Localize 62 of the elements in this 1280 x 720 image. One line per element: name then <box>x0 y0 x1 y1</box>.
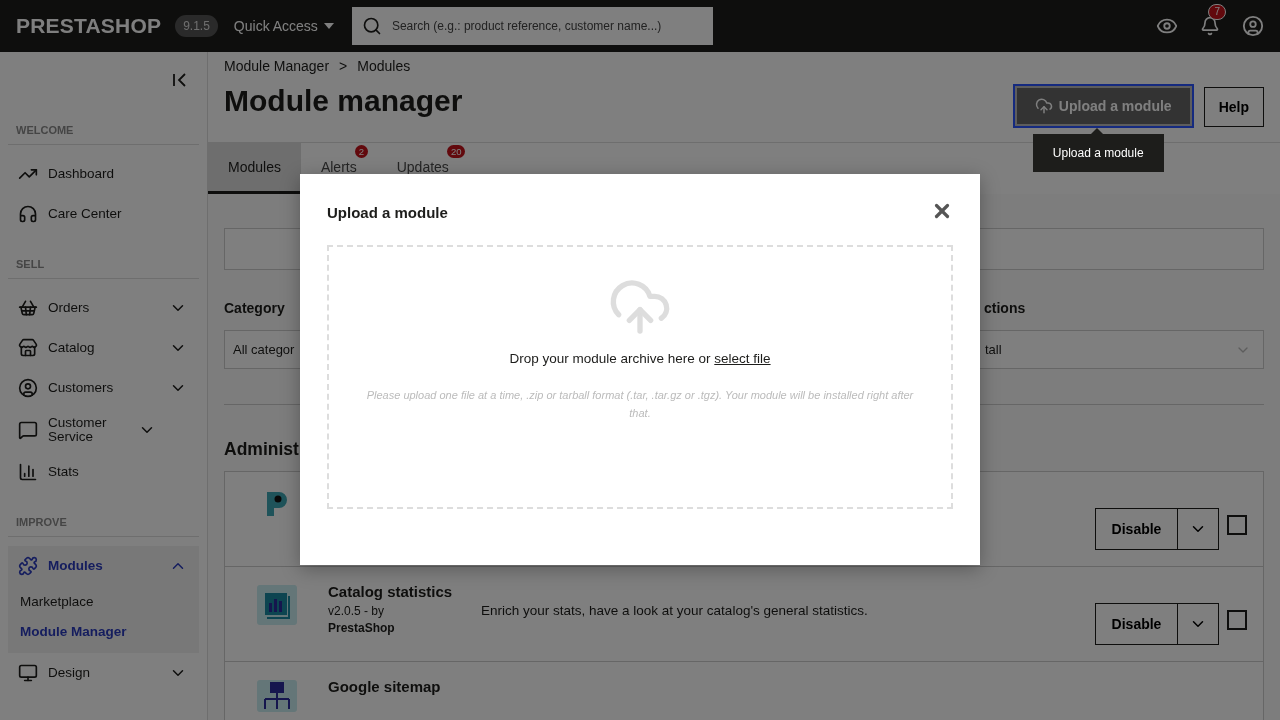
submenu-item[interactable]: Module Manager <box>8 616 199 646</box>
sidebar-item[interactable]: Design <box>8 653 199 693</box>
user-icon[interactable] <box>1242 15 1264 37</box>
module-name: Google sitemap <box>328 678 442 695</box>
upload-hint: Please upload one file at a time, .zip or tarball format (.tar, .tar.gz or .tgz). Your module will be installed right after that. <box>365 388 915 421</box>
monitor-icon <box>18 663 38 683</box>
bar-chart-icon <box>18 462 38 482</box>
module-description: Enrich your stats, have a look at your catalog's general statistics. <box>481 602 869 618</box>
module-logo-icon <box>264 490 289 518</box>
version-badge: 9.1.5 <box>175 15 218 37</box>
section-label: SELL <box>16 258 46 270</box>
quick-access-button[interactable]: Quick Access <box>233 18 334 34</box>
sidebar-item[interactable]: Orders <box>8 288 199 328</box>
collapse-icon[interactable] <box>173 73 187 87</box>
select-file-link[interactable]: select file <box>714 351 771 366</box>
tooltip-arrow-icon <box>1090 128 1103 134</box>
filter-label: Category <box>224 300 286 318</box>
module-version: v2.0.5 - by <box>328 604 386 618</box>
breadcrumb-separator: > <box>339 58 348 74</box>
sidebar-item[interactable]: Dashboard <box>8 154 199 194</box>
store-icon <box>18 338 38 358</box>
bell-icon[interactable] <box>1200 16 1220 36</box>
sidebar-item[interactable]: Customers <box>8 368 199 408</box>
logo[interactable]: PRESTASHOP <box>16 14 162 38</box>
module-name: Catalog statistics <box>328 583 454 600</box>
section-heading: Administ <box>224 438 299 461</box>
section-label: IMPROVE <box>16 516 68 528</box>
puzzle-icon <box>18 556 38 576</box>
tooltip: Upload a module <box>1032 134 1164 172</box>
search-icon <box>361 16 382 36</box>
notification-count: 7 <box>1208 4 1226 20</box>
drop-instructions: Drop your module archive here or select file <box>509 351 771 366</box>
tab-count: 20 <box>446 145 466 158</box>
sidebar-item[interactable]: Care Center <box>8 194 199 234</box>
chart-book-icon <box>256 585 297 625</box>
upload-module-button[interactable]: Upload a module <box>1014 86 1192 126</box>
page-title: Module manager <box>224 84 463 118</box>
sidebar-item[interactable]: Catalog <box>8 328 199 368</box>
sitemap-icon <box>256 680 297 712</box>
headset-icon <box>18 204 38 224</box>
search-field[interactable]: Search (e.g.: product reference, customer name...) <box>351 7 713 45</box>
checkbox[interactable] <box>1227 610 1247 630</box>
cloud-upload-icon <box>1034 97 1053 115</box>
dialog-title: Upload a module <box>327 204 448 221</box>
submenu-item[interactable]: Marketplace <box>8 586 199 616</box>
sidebar-item[interactable]: Stats <box>8 452 199 492</box>
section-label: WELCOME <box>16 124 75 136</box>
tab[interactable]: Modules <box>208 143 301 194</box>
checkbox[interactable] <box>1227 515 1247 535</box>
user-icon <box>18 378 38 398</box>
drop-zone[interactable]: Drop your module archive here or select file Please upload one file at a time, .zip or tarball format (.tar, .tar.gz or .tgz). Your module will be installed right after that. <box>327 245 953 509</box>
basket-icon <box>18 298 38 318</box>
sidebar-item[interactable]: Modules <box>8 546 199 586</box>
tab-count: 2 <box>354 145 368 158</box>
breadcrumb-link[interactable]: Module Manager <box>224 58 330 74</box>
sidebar-item[interactable]: Customer Service <box>8 408 199 452</box>
module-author: PrestaShop <box>328 621 396 635</box>
caret-icon <box>323 23 334 29</box>
breadcrumb-current: Modules <box>357 58 411 74</box>
help-button[interactable]: Help <box>1203 87 1264 127</box>
filter-label: ctions <box>983 300 1027 318</box>
chat-icon <box>18 420 38 440</box>
